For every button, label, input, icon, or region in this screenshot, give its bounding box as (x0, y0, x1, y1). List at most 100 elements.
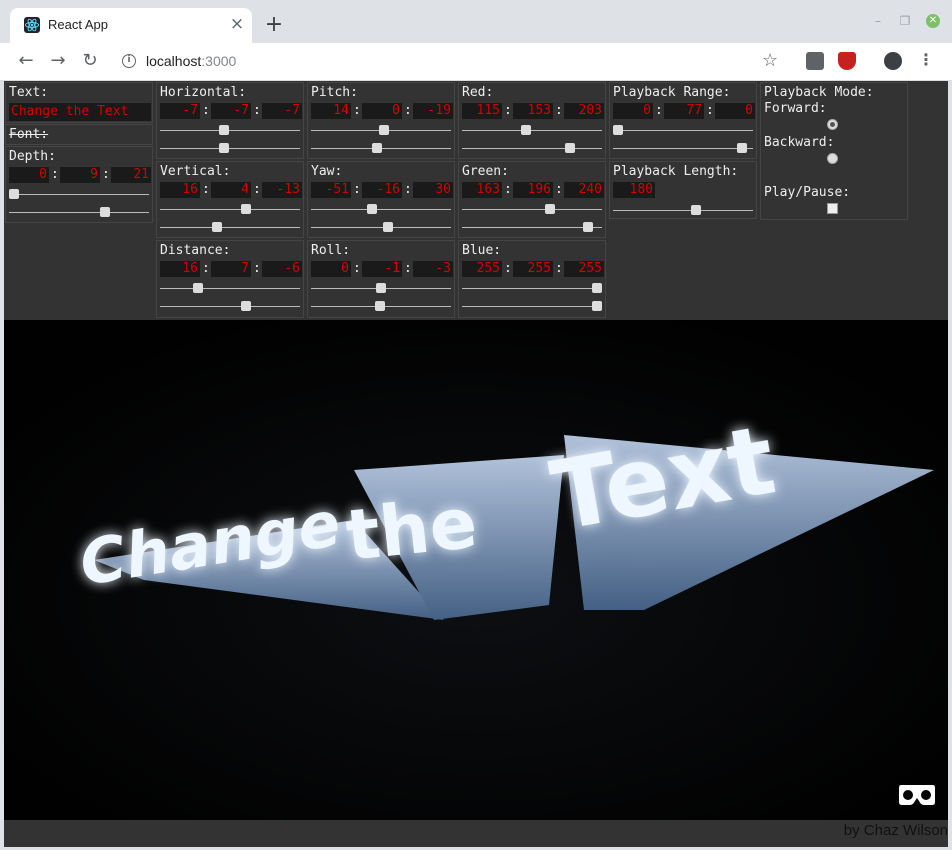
pitch-min-input[interactable]: 14 (311, 103, 351, 119)
pitch-slider-b[interactable] (311, 143, 451, 155)
playback-range-min-input[interactable]: 0 (613, 103, 653, 119)
blue-current-input[interactable]: 255 (513, 261, 553, 277)
playback-range-slider-b[interactable] (613, 143, 753, 155)
vertical-current-input[interactable]: 4 (211, 182, 251, 198)
vertical-slider-b[interactable] (160, 222, 300, 234)
slider-thumb[interactable] (218, 125, 229, 135)
playback-range-current-input[interactable]: 77 (664, 103, 704, 119)
slider-thumb[interactable] (520, 125, 531, 135)
address-bar[interactable]: i localhost:3000 ☆ (112, 47, 792, 76)
slider-thumb[interactable] (374, 301, 385, 311)
distance-slider-a[interactable] (160, 283, 300, 295)
info-icon[interactable]: i (122, 54, 136, 68)
roll-min-input[interactable]: 0 (311, 261, 351, 277)
horizontal-slider-b[interactable] (160, 143, 300, 155)
reload-icon[interactable]: ↻ (78, 49, 102, 73)
playback-length-input[interactable]: 180 (613, 182, 655, 198)
playback-range-slider-a[interactable] (613, 125, 753, 137)
depth-slider-a[interactable] (9, 189, 149, 201)
slider-thumb[interactable] (545, 204, 556, 214)
ublock-icon[interactable] (838, 52, 856, 70)
3d-viewport[interactable]: Change the Text (4, 320, 948, 820)
pitch-max-input[interactable]: -19 (413, 103, 453, 119)
red-slider-b[interactable] (462, 143, 602, 155)
blue-min-input[interactable]: 255 (462, 261, 502, 277)
distance-max-input[interactable]: -6 (262, 261, 302, 277)
pitch-current-input[interactable]: 0 (362, 103, 402, 119)
slider-thumb[interactable] (564, 143, 575, 153)
blue-slider-b[interactable] (462, 301, 602, 313)
roll-slider-b[interactable] (311, 301, 451, 313)
vertical-max-input[interactable]: -13 (262, 182, 302, 198)
pitch-slider-a[interactable] (311, 125, 451, 137)
slider-thumb[interactable] (212, 222, 222, 232)
red-slider-a[interactable] (462, 125, 602, 137)
close-window-button[interactable]: ✕ (926, 14, 940, 28)
playback-length-slider[interactable] (613, 205, 753, 217)
green-slider-b[interactable] (462, 222, 602, 234)
slider-thumb[interactable] (366, 204, 377, 214)
slider-thumb[interactable] (240, 301, 251, 311)
green-slider-a[interactable] (462, 204, 602, 216)
depth-current-input[interactable]: 9 (60, 167, 100, 183)
slider-thumb[interactable] (736, 143, 747, 153)
text-input[interactable]: Change the Text (9, 103, 151, 121)
menu-icon[interactable]: ⋮ (918, 50, 934, 69)
vertical-min-input[interactable]: 16 (160, 182, 200, 198)
roll-max-input[interactable]: -3 (413, 261, 453, 277)
bookmark-star-icon[interactable]: ☆ (762, 50, 778, 71)
red-min-input[interactable]: 115 (462, 103, 502, 119)
vertical-slider-a[interactable] (160, 204, 300, 216)
yaw-slider-b[interactable] (311, 222, 451, 234)
green-min-input[interactable]: 163 (462, 182, 502, 198)
depth-min-input[interactable]: 0 (9, 167, 49, 183)
yaw-current-input[interactable]: -16 (362, 182, 402, 198)
profile-avatar-icon[interactable] (884, 52, 902, 70)
forward-icon[interactable]: → (46, 49, 70, 73)
blue-slider-a[interactable] (462, 283, 602, 295)
horizontal-slider-a[interactable] (160, 125, 300, 137)
horizontal-max-input[interactable]: -7 (262, 103, 302, 119)
back-icon[interactable]: ← (14, 49, 38, 73)
slider-thumb[interactable] (9, 189, 19, 199)
slider-thumb[interactable] (240, 204, 251, 214)
tab-react-app[interactable]: React App × (10, 8, 252, 43)
backward-radio[interactable] (827, 153, 838, 164)
slider-thumb[interactable] (378, 125, 389, 135)
distance-slider-b[interactable] (160, 301, 300, 313)
tab-close-icon[interactable]: × (227, 14, 247, 34)
yaw-slider-a[interactable] (311, 204, 451, 216)
maximize-button[interactable]: ❐ (898, 14, 912, 28)
playback-range-max-input[interactable]: 0 (715, 103, 755, 119)
green-max-input[interactable]: 240 (564, 182, 604, 198)
new-tab-button[interactable]: + (262, 13, 286, 37)
slider-thumb[interactable] (218, 143, 229, 153)
vr-goggles-icon[interactable] (898, 783, 936, 807)
play-pause-checkbox[interactable] (827, 203, 838, 214)
roll-current-input[interactable]: -1 (362, 261, 402, 277)
horizontal-min-input[interactable]: -7 (160, 103, 200, 119)
slider-thumb[interactable] (691, 205, 701, 215)
slider-thumb[interactable] (372, 143, 383, 153)
red-max-input[interactable]: 203 (564, 103, 604, 119)
font-label[interactable]: Font: (9, 127, 48, 142)
yaw-max-input[interactable]: 30 (413, 182, 453, 198)
slider-thumb[interactable] (592, 283, 602, 293)
roll-slider-a[interactable] (311, 283, 451, 295)
slider-thumb[interactable] (100, 207, 110, 217)
depth-slider-b[interactable] (9, 207, 149, 219)
slider-thumb[interactable] (376, 283, 386, 293)
minimize-button[interactable]: – (871, 14, 885, 28)
green-current-input[interactable]: 196 (513, 182, 553, 198)
distance-min-input[interactable]: 16 (160, 261, 200, 277)
horizontal-current-input[interactable]: -7 (211, 103, 251, 119)
slider-thumb[interactable] (382, 222, 393, 232)
distance-current-input[interactable]: 7 (211, 261, 251, 277)
yaw-min-input[interactable]: -51 (311, 182, 351, 198)
forward-radio[interactable] (827, 119, 838, 130)
slider-thumb[interactable] (582, 222, 593, 232)
red-current-input[interactable]: 153 (513, 103, 553, 119)
slider-thumb[interactable] (613, 125, 623, 135)
slider-thumb[interactable] (592, 301, 602, 311)
depth-max-input[interactable]: 21 (111, 167, 151, 183)
